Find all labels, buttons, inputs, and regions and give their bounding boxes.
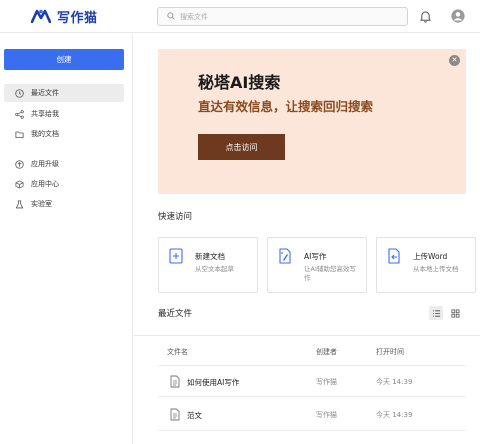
grid-view-icon[interactable] (448, 306, 462, 320)
table-divider (134, 335, 480, 336)
create-button[interactable]: 创建 (4, 49, 124, 70)
main-content: ✕ 秘塔AI搜索 直达有效信息，让搜索回归搜索 点击访问 快速访问 新建文档 从… (134, 34, 480, 444)
sidebar-item-label: 实验室 (31, 200, 52, 208)
file-name[interactable]: 范文 (187, 410, 202, 421)
user-avatar-icon[interactable] (450, 8, 466, 24)
sidebar-item-label: 应用升级 (31, 160, 59, 168)
bell-icon[interactable] (417, 8, 433, 24)
file-opened-time: 今天 14:39 (376, 378, 413, 386)
file-creator: 写作猫 (316, 411, 337, 419)
promo-banner: ✕ 秘塔AI搜索 直达有效信息，让搜索回归搜索 点击访问 (158, 49, 466, 194)
app-name: 写作猫 (57, 10, 98, 26)
doc-file-icon (170, 375, 180, 388)
card-title: AI写作 (304, 252, 327, 261)
search-bar[interactable] (157, 7, 408, 26)
logo-mark-icon (30, 9, 52, 24)
card-title: 新建文档 (195, 252, 225, 261)
upload-doc-icon (387, 248, 401, 264)
search-input[interactable] (180, 12, 380, 21)
clock-icon (14, 88, 24, 98)
column-header-name[interactable]: 文件名 (167, 347, 188, 357)
file-opened-time: 今天 14:39 (376, 411, 413, 419)
file-name[interactable]: 如何使用AI写作 (187, 377, 239, 388)
quick-card-ai-write[interactable]: AI写作 让AI辅助您高效写作 (267, 237, 367, 293)
column-header-opened[interactable]: 打开时间 (376, 347, 404, 357)
upgrade-icon (14, 159, 24, 169)
sidebar-item-label: 最近文件 (31, 89, 59, 97)
card-title: 上传Word (413, 252, 448, 261)
sidebar: 创建 最近文件 共享给我 我的文档 应用升级 应用中心 实验室 (0, 34, 133, 444)
close-icon[interactable]: ✕ (449, 55, 460, 66)
sidebar-item-recent[interactable]: 最近文件 (4, 84, 124, 102)
sidebar-item-upgrade[interactable]: 应用升级 (4, 155, 124, 173)
folder-icon (14, 129, 24, 139)
sidebar-item-label: 应用中心 (31, 180, 59, 188)
sidebar-item-app-center[interactable]: 应用中心 (4, 175, 124, 193)
recent-files-title: 最近文件 (158, 309, 193, 319)
card-desc: 从本地上传文档 (413, 265, 459, 273)
visit-button[interactable]: 点击访问 (198, 134, 285, 160)
cube-icon (14, 179, 24, 189)
quick-card-new-doc[interactable]: 新建文档 从空文本起草 (158, 237, 258, 293)
ai-write-icon (278, 248, 292, 264)
flask-icon (14, 199, 24, 209)
card-desc: 从空文本起草 (195, 265, 234, 273)
app-logo[interactable]: 写作猫 (30, 7, 98, 26)
doc-file-icon (170, 408, 180, 421)
banner-title: 秘塔AI搜索 (198, 73, 281, 92)
share-icon (14, 109, 24, 119)
sidebar-item-lab[interactable]: 实验室 (4, 195, 124, 213)
search-icon (167, 11, 175, 22)
quick-access-title: 快速访问 (158, 212, 193, 222)
quick-card-upload-word[interactable]: 上传Word 从本地上传文档 (376, 237, 476, 293)
card-desc: 让AI辅助您高效写作 (304, 265, 356, 282)
banner-subtitle: 直达有效信息，让搜索回归搜索 (198, 99, 374, 114)
table-row[interactable]: 如何使用AI写作 写作猫 今天 14:39 (158, 365, 466, 397)
sidebar-item-my-docs[interactable]: 我的文档 (4, 125, 124, 143)
list-view-icon[interactable] (429, 306, 443, 320)
sidebar-item-shared[interactable]: 共享给我 (4, 105, 124, 123)
table-row[interactable]: 范文 写作猫 今天 14:39 (158, 399, 466, 431)
column-header-creator[interactable]: 创建者 (316, 347, 337, 357)
new-doc-icon (169, 248, 183, 264)
sidebar-item-label: 共享给我 (31, 110, 59, 118)
file-creator: 写作猫 (316, 378, 337, 386)
top-header: 写作猫 (0, 0, 480, 33)
sidebar-item-label: 我的文档 (31, 130, 59, 138)
